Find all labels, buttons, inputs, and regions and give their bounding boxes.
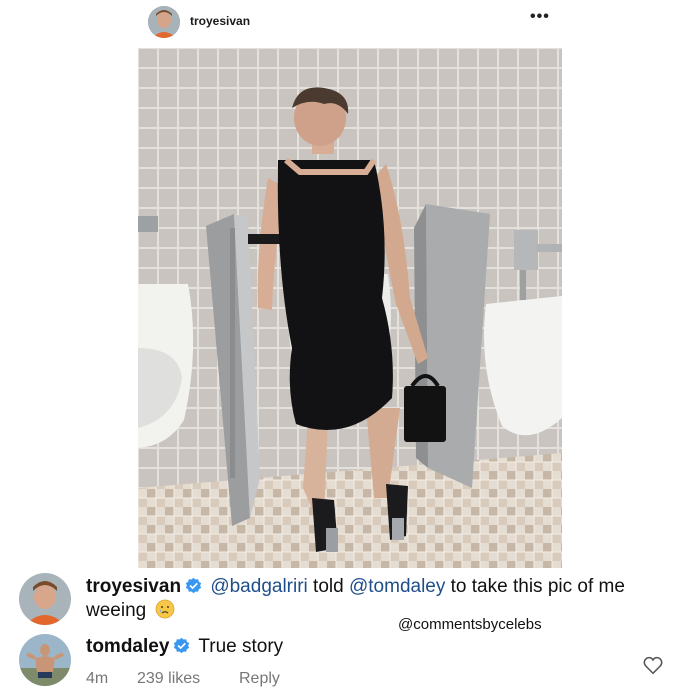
comment-time: 4m — [86, 670, 109, 687]
post-username[interactable]: troyesivan — [190, 14, 250, 28]
comment-body: troyesivan @badgalriri told @tomdaley to… — [86, 575, 686, 623]
verified-badge-icon — [174, 637, 190, 654]
post-avatar[interactable] — [148, 6, 180, 38]
comment-body: tomdaley True story — [86, 635, 283, 659]
post-header: troyesivan ••• — [0, 0, 700, 46]
mention-badgalriri[interactable]: @badgalriri — [210, 576, 307, 597]
crying-face-icon — [155, 599, 174, 619]
commenter-avatar[interactable] — [19, 634, 71, 686]
reply-button[interactable]: Reply — [239, 670, 280, 688]
comment-text-mid: told — [307, 576, 349, 597]
more-horizontal-icon[interactable]: ••• — [530, 8, 550, 26]
verified-badge-icon — [185, 577, 202, 594]
comment-troyesivan: troyesivan @badgalriri told @tomdaley to… — [0, 570, 700, 630]
comment-likes[interactable]: 239 likes — [137, 670, 200, 688]
comment-username[interactable]: troyesivan — [86, 576, 181, 597]
heart-icon[interactable] — [642, 654, 664, 676]
comment-text: True story — [198, 636, 284, 657]
watermark: @commentsbycelebs — [398, 616, 542, 633]
post-photo[interactable] — [138, 48, 562, 568]
comment-username[interactable]: tomdaley — [86, 636, 169, 657]
commenter-avatar[interactable] — [19, 573, 71, 625]
mention-tomdaley[interactable]: @tomdaley — [349, 576, 445, 597]
